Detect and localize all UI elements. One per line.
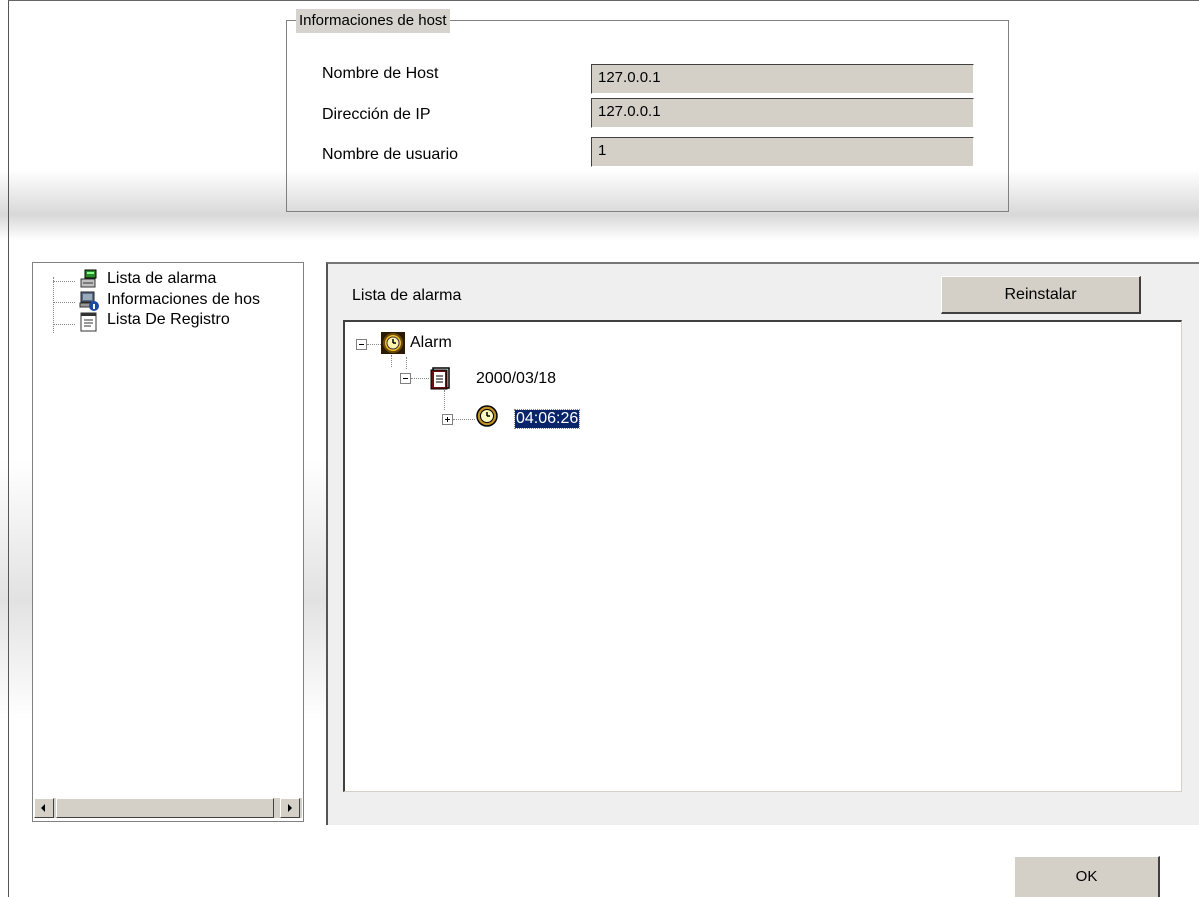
nav-item-alarm-list[interactable]: Lista de alarma xyxy=(33,269,303,291)
log-list-icon xyxy=(80,312,97,332)
scroll-thumb[interactable] xyxy=(56,798,274,818)
host-info-title: Informaciones de host xyxy=(296,9,450,33)
tree-node-date[interactable]: 2000/03/18 xyxy=(476,370,556,388)
nav-item-label: Lista De Registro xyxy=(107,311,230,328)
nav-horizontal-scrollbar[interactable] xyxy=(34,798,302,818)
tree-node-alarm[interactable]: Alarm xyxy=(410,334,452,352)
notepad-icon xyxy=(430,367,450,390)
nav-item-label: Lista de alarma xyxy=(107,270,217,287)
alarm-tree: Alarm 2000/03/18 04:06:26 xyxy=(343,320,1182,792)
alarm-panel-title: Lista de alarma xyxy=(352,287,462,304)
alarm-list-icon xyxy=(80,269,97,288)
window-border-left xyxy=(8,0,9,897)
nav-item-label: Informaciones de hos xyxy=(107,291,260,308)
hostname-field[interactable]: 127.0.0.1 xyxy=(591,64,974,94)
username-label: Nombre de usuario xyxy=(322,146,459,163)
username-field[interactable]: 1 xyxy=(591,137,974,167)
ip-label: Dirección de IP xyxy=(322,106,431,123)
window-border-top xyxy=(8,0,1199,1)
nav-item-log-list[interactable]: Lista De Registro xyxy=(33,311,303,333)
ok-button[interactable]: OK xyxy=(1014,856,1160,897)
alarm-clock-icon xyxy=(381,332,405,354)
arrow-left-icon xyxy=(41,804,45,812)
tree-node-time[interactable]: 04:06:26 xyxy=(513,409,581,429)
expand-toggle-time[interactable] xyxy=(442,414,453,425)
collapse-toggle-root[interactable] xyxy=(356,339,367,350)
arrow-right-icon xyxy=(288,804,292,812)
scroll-right-button[interactable] xyxy=(280,798,300,818)
reset-button[interactable]: Reinstalar xyxy=(941,276,1141,314)
hostname-label: Nombre de Host xyxy=(322,65,439,82)
collapse-toggle-date[interactable] xyxy=(400,373,411,384)
host-info-icon xyxy=(79,291,99,311)
clock-icon xyxy=(476,405,498,427)
nav-tree: Lista de alarma Informaciones de hos Lis… xyxy=(32,262,304,822)
nav-item-host-info[interactable]: Informaciones de hos xyxy=(33,289,303,311)
ip-field[interactable]: 127.0.0.1 xyxy=(591,98,974,128)
scroll-left-button[interactable] xyxy=(34,798,54,818)
